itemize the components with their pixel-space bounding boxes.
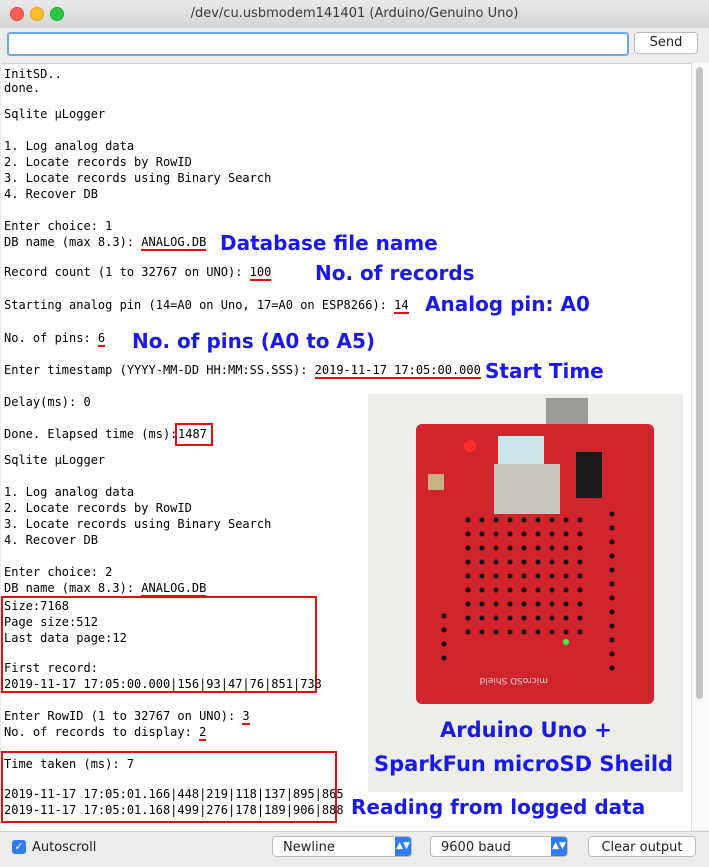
vertical-scrollbar[interactable] xyxy=(691,63,709,830)
console-line: DB name (max 8.3): ANALOG.DB xyxy=(4,235,207,251)
console-line: DB name (max 8.3): ANALOG.DB xyxy=(4,581,207,597)
annotation-reading-logged-data: Reading from logged data xyxy=(351,795,646,819)
db-name-value: ANALOG.DB xyxy=(141,235,207,251)
console-line: done. xyxy=(4,81,41,95)
console-line: Last data page:12 xyxy=(4,631,127,645)
pin-count-value: 6 xyxy=(97,331,106,347)
elapsed-time-value: 1487 xyxy=(178,427,207,441)
console-line: 1. Log analog data xyxy=(4,139,135,153)
console-line: 2019-11-17 17:05:01.166|448|219|118|137|… xyxy=(4,787,344,801)
photo-caption-line2: SparkFun microSD Sheild xyxy=(374,752,674,776)
console-line: Enter choice: 2 xyxy=(4,565,113,579)
records-to-display-value: 2 xyxy=(199,725,207,741)
baud-rate-value: 9600 baud xyxy=(441,840,511,855)
prompt-text: DB name (max 8.3): xyxy=(4,581,142,595)
console-line: No. of pins: 6 xyxy=(4,331,106,347)
line-ending-select[interactable]: Newline ▲▼ xyxy=(272,836,412,857)
autoscroll-label: Autoscroll xyxy=(32,840,97,855)
window-title: /dev/cu.usbmodem141401 (Arduino/Genuino … xyxy=(190,6,519,21)
prompt-text: Starting analog pin (14=A0 on Uno, 17=A0… xyxy=(4,298,395,312)
prompt-text: No. of records to display: xyxy=(4,725,200,739)
prompt-text: Enter RowID (1 to 32767 on UNO): xyxy=(4,709,243,723)
console-line: 2. Locate records by RowID xyxy=(4,155,192,169)
autoscroll-checkbox[interactable]: ✓ xyxy=(12,840,26,854)
clear-output-button[interactable]: Clear output xyxy=(588,836,696,857)
prompt-text: DB name (max 8.3): xyxy=(4,235,142,249)
console-line: No. of records to display: 2 xyxy=(4,725,207,741)
console-line: 4. Recover DB xyxy=(4,533,98,547)
console-line: 3. Locate records using Binary Search xyxy=(4,517,272,531)
console-line: InitSD.. xyxy=(4,67,62,81)
console-line: First record: xyxy=(4,661,98,675)
console-line: 2019-11-17 17:05:00.000|156|93|47|76|851… xyxy=(4,677,322,691)
console-line: Record count (1 to 32767 on UNO): 100 xyxy=(4,265,272,281)
annotation-no-of-records: No. of records xyxy=(315,261,475,285)
console-line: 1. Log analog data xyxy=(4,485,135,499)
db-name-value: ANALOG.DB xyxy=(141,581,207,597)
console-line: 3. Locate records using Binary Search xyxy=(4,171,272,185)
record-count-value: 100 xyxy=(249,265,272,281)
serial-input-field[interactable] xyxy=(7,32,629,56)
chevron-updown-icon: ▲▼ xyxy=(395,837,411,856)
title-bar: /dev/cu.usbmodem141401 (Arduino/Genuino … xyxy=(0,0,709,29)
console-line: Sqlite µLogger xyxy=(4,107,106,121)
photo-caption-line1: Arduino Uno + xyxy=(440,718,612,742)
annotation-no-of-pins: No. of pins (A0 to A5) xyxy=(132,329,376,353)
annotation-analog-pin: Analog pin: A0 xyxy=(425,292,590,316)
board-silkscreen-label: microSD Shield xyxy=(480,675,548,685)
prompt-text: No. of pins: xyxy=(4,331,98,345)
board-photo: microSD Shield Arduino Uno + SparkFun mi… xyxy=(368,394,683,792)
rowid-value: 3 xyxy=(242,709,250,725)
annotation-start-time: Start Time xyxy=(485,359,604,383)
prompt-text: Record count (1 to 32767 on UNO): xyxy=(4,265,250,279)
console-line: Done. Elapsed time (ms): xyxy=(4,427,185,441)
line-ending-value: Newline xyxy=(283,840,335,855)
console-line: 4. Recover DB xyxy=(4,187,98,201)
console-line: 2. Locate records by RowID xyxy=(4,501,192,515)
chevron-updown-icon: ▲▼ xyxy=(551,837,567,856)
scrollbar-thumb[interactable] xyxy=(696,67,703,699)
console-line: Enter timestamp (YYYY-MM-DD HH:MM:SS.SSS… xyxy=(4,363,481,379)
console-line: Enter RowID (1 to 32767 on UNO): 3 xyxy=(4,709,250,725)
console-line: Size:7168 xyxy=(4,599,70,613)
console-line: Enter choice: 1 xyxy=(4,219,113,233)
send-button[interactable]: Send xyxy=(634,32,698,54)
console-line: Sqlite µLogger xyxy=(4,453,106,467)
annotation-database-file-name: Database file name xyxy=(220,231,438,255)
console-line: Delay(ms): 0 xyxy=(4,395,91,409)
baud-rate-select[interactable]: 9600 baud ▲▼ xyxy=(430,836,568,857)
console-line: Page size:512 xyxy=(4,615,98,629)
send-bar: Send xyxy=(0,28,709,62)
console-line: Starting analog pin (14=A0 on Uno, 17=A0… xyxy=(4,298,409,314)
prompt-text: Enter timestamp (YYYY-MM-DD HH:MM:SS.SSS… xyxy=(4,363,315,377)
analog-pin-value: 14 xyxy=(394,298,409,314)
bottom-toolbar: ✓ Autoscroll Newline ▲▼ 9600 baud ▲▼ Cle… xyxy=(0,831,709,867)
console-line: 2019-11-17 17:05:01.168|499|276|178|189|… xyxy=(4,803,344,817)
console-line: Time taken (ms): 7 xyxy=(4,757,135,771)
timestamp-value: 2019-11-17 17:05:00.000 xyxy=(314,363,481,379)
